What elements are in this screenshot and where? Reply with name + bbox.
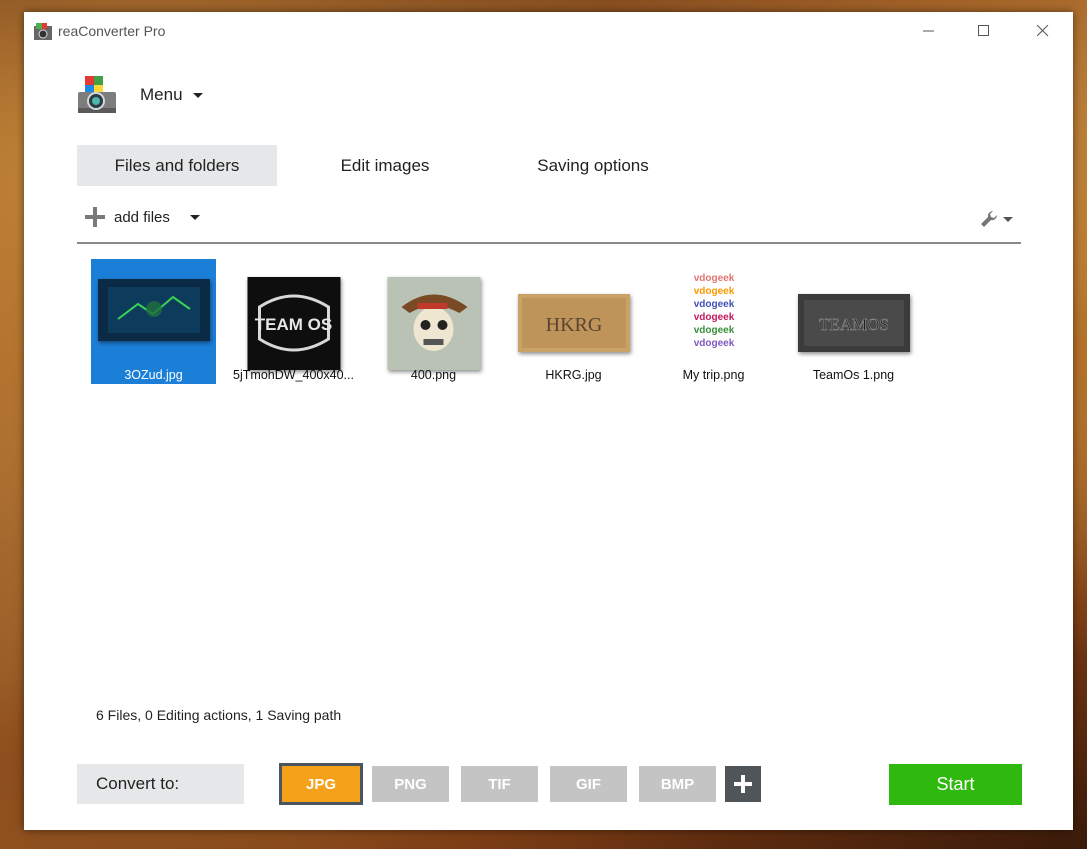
file-thumbnail bbox=[387, 277, 480, 370]
window-title: reaConverter Pro bbox=[58, 23, 166, 39]
minimize-button[interactable] bbox=[900, 12, 958, 50]
thumbnail-text: TEAM OS bbox=[254, 315, 331, 334]
format-tif-button[interactable]: TIF bbox=[461, 766, 538, 802]
file-thumbnail: TEAMOS bbox=[797, 294, 910, 352]
app-logo-icon bbox=[34, 23, 52, 40]
format-png-button[interactable]: PNG bbox=[372, 766, 449, 802]
title-bar[interactable]: reaConverter Pro bbox=[24, 12, 1073, 50]
format-bmp-button[interactable]: BMP bbox=[639, 766, 716, 802]
file-name: 3OZud.jpg bbox=[124, 368, 183, 382]
tab-edit-images[interactable]: Edit images bbox=[285, 145, 485, 186]
format-gif-button[interactable]: GIF bbox=[550, 766, 627, 802]
thumbnail-text: HKRG bbox=[545, 314, 602, 336]
thumbnail-text: vdogeek bbox=[693, 286, 734, 297]
format-buttons: JPG PNG TIF GIF BMP bbox=[279, 763, 761, 805]
file-name: HKRG.jpg bbox=[545, 368, 602, 382]
reaconverter-logo-icon bbox=[78, 76, 116, 113]
add-files-button[interactable]: add files bbox=[85, 207, 200, 227]
convert-to-label: Convert to: bbox=[77, 764, 244, 804]
format-jpg-button[interactable]: JPG bbox=[279, 763, 363, 805]
file-name: 400.png bbox=[410, 368, 457, 382]
thumbnail-text: vdogeek bbox=[693, 325, 734, 336]
maximize-icon bbox=[978, 25, 989, 36]
file-item[interactable]: 400.png bbox=[371, 259, 496, 384]
file-item[interactable]: TEAMOS TeamOs 1.png bbox=[791, 259, 916, 384]
file-name: My trip.png bbox=[682, 368, 745, 382]
file-item[interactable]: HKRG HKRG.jpg bbox=[511, 259, 636, 384]
file-item[interactable]: TEAM OS 5jTmohDW_400x40... bbox=[231, 259, 356, 384]
minimize-icon bbox=[923, 30, 934, 32]
settings-button[interactable] bbox=[979, 209, 1013, 229]
file-item[interactable]: 3OZud.jpg bbox=[91, 259, 216, 384]
file-thumbnail bbox=[97, 279, 210, 341]
tab-saving-options[interactable]: Saving options bbox=[493, 145, 693, 186]
thumbnail-text: vdogeek bbox=[693, 312, 734, 323]
close-button[interactable] bbox=[1014, 12, 1072, 50]
start-button[interactable]: Start bbox=[889, 764, 1022, 805]
close-icon bbox=[1037, 25, 1049, 37]
thumbnail-text: TEAMOS bbox=[819, 315, 889, 334]
file-thumbnail: TEAM OS bbox=[247, 277, 340, 370]
app-window: reaConverter Pro Menu Files and folders … bbox=[24, 12, 1073, 830]
add-files-label: add files bbox=[114, 208, 170, 226]
main-tabs: Files and folders Edit images Saving opt… bbox=[77, 145, 701, 186]
file-item[interactable]: vdogeek vdogeek vdogeek vdogeek vdogeek … bbox=[651, 259, 776, 384]
chevron-down-icon[interactable] bbox=[192, 92, 203, 98]
chevron-down-icon[interactable] bbox=[189, 214, 200, 220]
wrench-icon bbox=[981, 210, 998, 227]
file-thumbnail: HKRG bbox=[517, 294, 630, 352]
plus-icon bbox=[85, 207, 105, 227]
file-name: TeamOs 1.png bbox=[812, 368, 895, 382]
add-format-button[interactable] bbox=[725, 766, 761, 802]
tab-files-and-folders[interactable]: Files and folders bbox=[77, 145, 277, 186]
file-name: 5jTmohDW_400x40... bbox=[233, 368, 354, 382]
file-thumbnail: vdogeek vdogeek vdogeek vdogeek vdogeek … bbox=[683, 267, 744, 357]
thumbnail-text: vdogeek bbox=[693, 338, 734, 349]
menu-label[interactable]: Menu bbox=[140, 85, 183, 105]
files-toolbar: add files bbox=[77, 198, 1021, 244]
chevron-down-icon bbox=[1003, 216, 1013, 222]
main-menu[interactable]: Menu bbox=[76, 72, 203, 118]
status-summary: 6 Files, 0 Editing actions, 1 Saving pat… bbox=[96, 707, 342, 723]
thumbnail-text: vdogeek bbox=[693, 273, 734, 284]
maximize-button[interactable] bbox=[955, 12, 1013, 50]
thumbnail-text: vdogeek bbox=[693, 299, 734, 310]
file-list: 3OZud.jpg TEAM OS 5jTmohDW_400x40... 400… bbox=[91, 259, 991, 384]
